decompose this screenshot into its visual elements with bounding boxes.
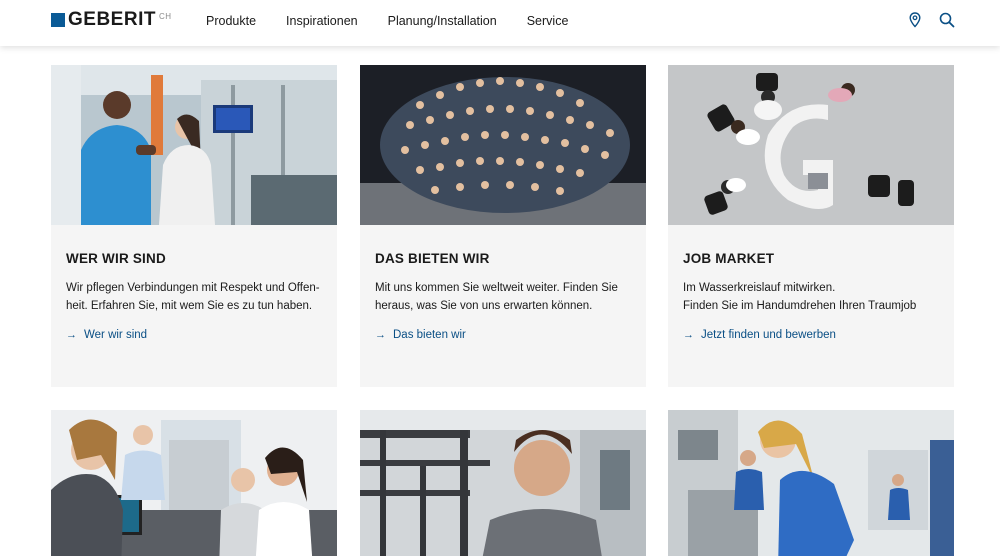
arrow-right-icon: →	[66, 329, 77, 341]
card-image-production-woman[interactable]	[668, 410, 954, 556]
card-text: Im Wasserkreislauf mitwirken. Finden Sie…	[683, 282, 917, 312]
logo-square-mark	[51, 13, 65, 27]
card-job-market: JOB MARKET Im Wasserkreislauf mitwirken.…	[668, 65, 954, 387]
card-row2-workshop	[360, 410, 646, 556]
card-title: WER WIR SIND	[66, 251, 166, 266]
nav-item-inspirationen[interactable]: Inspirationen	[286, 14, 358, 28]
nav-item-planung-installation[interactable]: Planung/Installation	[388, 14, 497, 28]
link-jetzt-finden-und-bewerben[interactable]: → Jetzt finden und bewerben	[683, 329, 836, 341]
card-row2-office	[51, 410, 337, 556]
card-title: DAS BIETEN WIR	[375, 251, 490, 266]
link-das-bieten-wir[interactable]: → Das bieten wir	[375, 329, 466, 341]
card-text: Mit uns kommen Sie weltweit weiter. Find…	[375, 282, 618, 312]
card-title: JOB MARKET	[683, 251, 775, 266]
arrow-right-icon: →	[375, 329, 386, 341]
card-image-group-photo[interactable]	[360, 65, 646, 225]
link-label: Jetzt finden und bewerben	[701, 329, 836, 341]
link-label: Das bieten wir	[393, 329, 466, 341]
arrow-right-icon: →	[683, 329, 694, 341]
main-nav: Produkte Inspirationen Planung/Installat…	[206, 14, 598, 28]
search-icon[interactable]	[939, 12, 955, 33]
location-pin-icon[interactable]	[909, 12, 921, 33]
link-wer-wir-sind[interactable]: → Wer wir sind	[66, 329, 147, 341]
card-wer-wir-sind: WER WIR SIND Wir pflegen Verbindungen mi…	[51, 65, 337, 387]
card-image-workshop-man[interactable]	[360, 410, 646, 556]
site-header: GEBERIT CH Produkte Inspirationen Planun…	[0, 0, 1000, 46]
card-body: WER WIR SIND Wir pflegen Verbindungen mi…	[66, 251, 326, 315]
card-image-g-logo-aerial[interactable]	[668, 65, 954, 225]
card-image-office-meeting[interactable]	[51, 410, 337, 556]
nav-item-produkte[interactable]: Produkte	[206, 14, 256, 28]
card-row2-production	[668, 410, 954, 556]
geberit-logo[interactable]: GEBERIT CH	[51, 9, 172, 30]
link-label: Wer wir sind	[84, 329, 148, 341]
logo-country: CH	[158, 12, 172, 21]
card-body: JOB MARKET Im Wasserkreislauf mitwirken.…	[683, 251, 943, 315]
card-das-bieten-wir: DAS BIETEN WIR Mit uns kommen Sie weltwe…	[360, 65, 646, 387]
card-text: Wir pflegen Verbindungen mit Respekt und…	[66, 282, 320, 312]
nav-item-service[interactable]: Service	[527, 14, 569, 28]
card-body: DAS BIETEN WIR Mit uns kommen Sie weltwe…	[375, 251, 635, 315]
logo-wordmark: GEBERIT	[68, 9, 156, 30]
card-image-lab-conversation[interactable]	[51, 65, 337, 225]
